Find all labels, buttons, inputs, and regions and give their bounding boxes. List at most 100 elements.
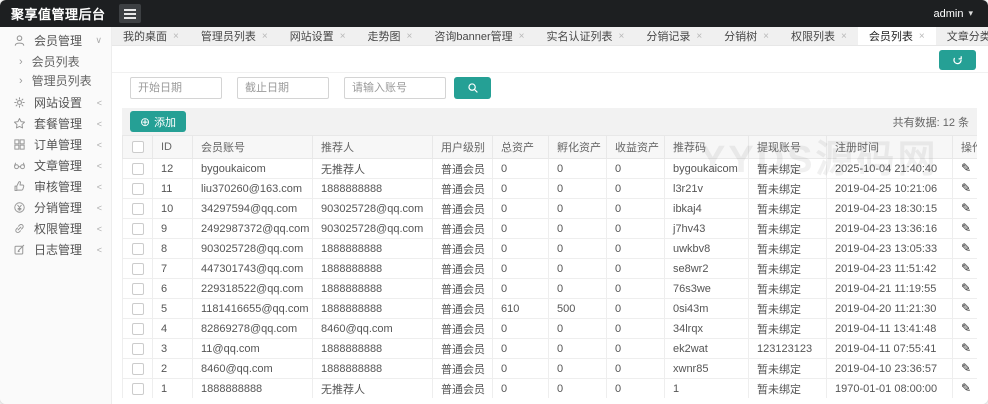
refresh-button[interactable] [939,50,976,70]
cell-referral-code: 0si43m [665,299,749,319]
tab-close-icon[interactable]: × [618,31,624,42]
cell-level: 普通会员 [433,239,493,259]
tab[interactable]: 我的桌面 × [112,27,190,45]
edit-icon[interactable]: ✎ [961,262,971,274]
edit-icon[interactable]: ✎ [961,342,971,354]
edit-icon[interactable]: ✎ [961,282,971,294]
tab-close-icon[interactable]: × [763,31,769,42]
tab[interactable]: 权限列表 × [780,27,858,45]
edit-icon[interactable]: ✎ [961,202,971,214]
cell-register-time: 2019-04-23 13:36:16 [827,219,953,239]
search-filters [130,77,491,99]
row-checkbox[interactable] [132,323,144,335]
tab-close-icon[interactable]: × [841,31,847,42]
select-all-checkbox[interactable] [132,141,144,153]
tab[interactable]: 走势图 × [357,27,424,45]
sidebar-item-log[interactable]: 日志管理 < [0,239,111,260]
row-checkbox[interactable] [132,283,144,295]
start-date-input[interactable] [130,77,222,99]
row-checkbox[interactable] [132,363,144,375]
sidebar-subitem[interactable]: › 管理员列表 [0,71,111,90]
edit-icon[interactable]: ✎ [961,382,971,394]
tab-close-icon[interactable]: × [173,31,179,42]
cell-actions: ✎ [953,179,978,199]
cell-total-assets: 0 [493,379,549,399]
tab[interactable]: 会员列表 × [858,27,936,45]
glasses-icon [13,159,26,172]
main-content: ⊕ 添加 共有数据: 12 条 ID会员账号推荐人用户级别总资产孵化资产收益资 [112,46,988,404]
sidebar-item-link[interactable]: 权限管理 < [0,218,111,239]
cell-account: liu370260@163.com [193,179,313,199]
cell-incubate-assets: 0 [549,319,607,339]
tab-close-icon[interactable]: × [519,31,525,42]
edit-icon[interactable]: ✎ [961,322,971,334]
column-header-6: 收益资产 [607,136,665,159]
sidebar-item-money[interactable]: 分销管理 < [0,197,111,218]
sidebar-item-gear[interactable]: 网站设置 < [0,92,111,113]
user-dropdown[interactable]: admin ▾ [934,8,988,20]
edit-icon[interactable]: ✎ [961,162,971,174]
sidebar-subitem-label: 会员列表 [32,53,80,70]
sidebar-item-glasses[interactable]: 文章管理 < [0,155,111,176]
sidebar-item-label: 订单管理 [34,136,82,153]
tab[interactable]: 文章分类列表 × [936,27,988,45]
row-checkbox[interactable] [132,343,144,355]
row-checkbox[interactable] [132,243,144,255]
username: admin [934,8,964,20]
column-header-8: 提现账号 [749,136,827,159]
cell-id: 7 [153,259,193,279]
cell-id: 5 [153,299,193,319]
tab-close-icon[interactable]: × [696,31,702,42]
cell-actions: ✎ [953,339,978,359]
tab[interactable]: 网站设置 × [279,27,357,45]
sidebar-subitem[interactable]: › 会员列表 [0,52,111,71]
edit-icon[interactable]: ✎ [961,222,971,234]
row-checkbox[interactable] [132,303,144,315]
tab[interactable]: 咨询banner管理 × [423,27,535,45]
tab-close-icon[interactable]: × [262,31,268,42]
add-button[interactable]: ⊕ 添加 [130,111,186,132]
row-checkbox[interactable] [132,183,144,195]
cell-income-assets: 0 [607,159,665,179]
member-table: ID会员账号推荐人用户级别总资产孵化资产收益资产推荐码提现账号注册时间操作 12… [122,135,977,398]
search-button[interactable] [454,77,491,99]
content-toolbar-strip [112,46,988,73]
tab[interactable]: 实名认证列表 × [535,27,635,45]
row-checkbox[interactable] [132,263,144,275]
hamburger-menu-icon[interactable] [119,4,141,23]
row-checkbox[interactable] [132,203,144,215]
tab-close-icon[interactable]: × [340,31,346,42]
sidebar-item-thumbs-up[interactable]: 审核管理 < [0,176,111,197]
cell-total-assets: 0 [493,159,549,179]
log-icon [13,243,26,256]
cell-withdraw-account: 暂未绑定 [749,219,827,239]
row-checkbox[interactable] [132,163,144,175]
cell-level: 普通会员 [433,279,493,299]
cell-income-assets: 0 [607,219,665,239]
sidebar-item-grid[interactable]: 订单管理 < [0,134,111,155]
end-date-input[interactable] [237,77,329,99]
tab[interactable]: 分销记录 × [635,27,713,45]
tab[interactable]: 管理员列表 × [190,27,279,45]
total-count-text: 共有数据: 12 条 [893,114,969,130]
cell-income-assets: 0 [607,319,665,339]
sidebar-item-user[interactable]: 会员管理 ∨ [0,30,111,51]
edit-icon[interactable]: ✎ [961,242,971,254]
row-checkbox[interactable] [132,223,144,235]
cell-actions: ✎ [953,379,978,399]
tab[interactable]: 分销树 × [713,27,780,45]
cell-referrer: 1888888888 [313,299,433,319]
cell-actions: ✎ [953,239,978,259]
column-header-0: ID [153,136,193,159]
tab-close-icon[interactable]: × [919,31,925,42]
account-search-input[interactable] [344,77,446,99]
money-icon [13,201,26,214]
edit-icon[interactable]: ✎ [961,362,971,374]
cell-referrer: 1888888888 [313,239,433,259]
edit-icon[interactable]: ✎ [961,302,971,314]
edit-icon[interactable]: ✎ [961,182,971,194]
tab-close-icon[interactable]: × [407,31,413,42]
tab-label: 分销树 [724,28,757,44]
sidebar-item-star[interactable]: 套餐管理 < [0,113,111,134]
row-checkbox[interactable] [132,383,144,395]
